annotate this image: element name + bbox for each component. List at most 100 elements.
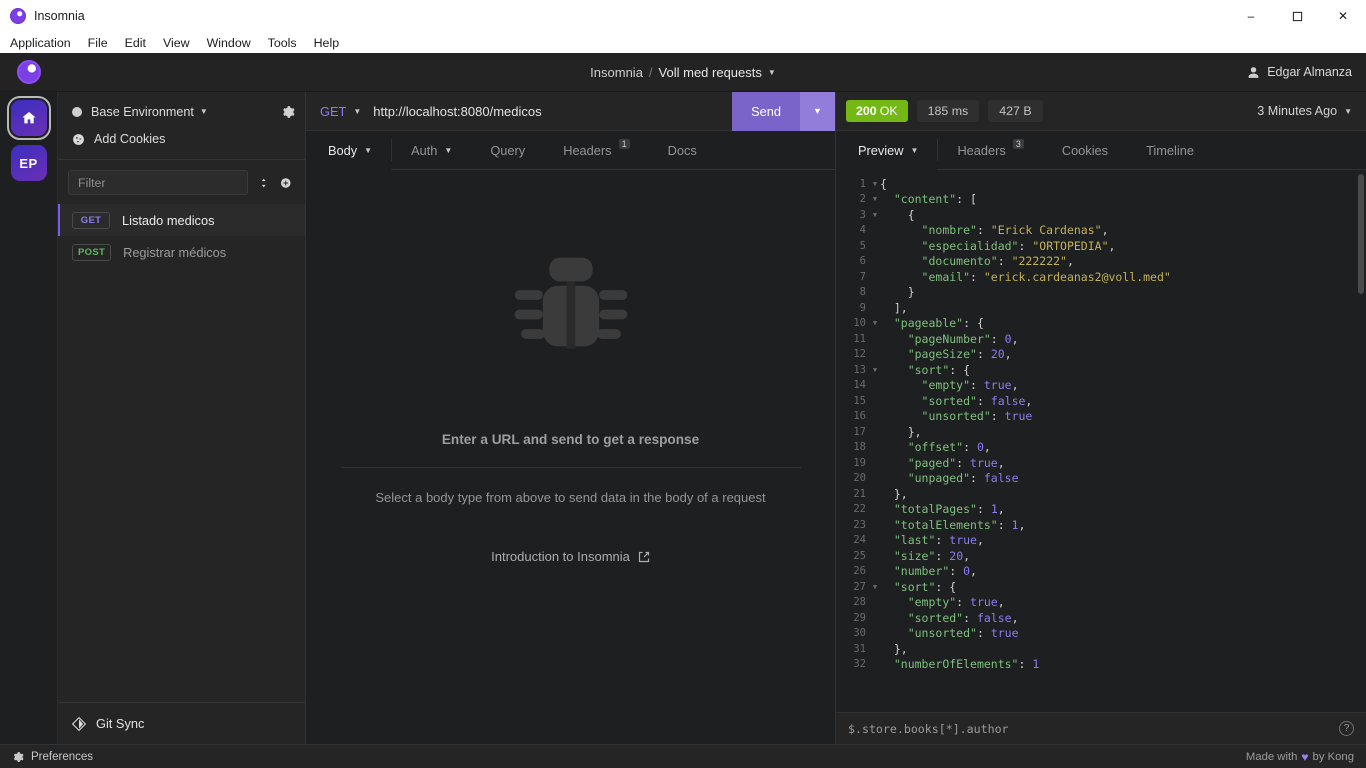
introduction-link[interactable]: Introduction to Insomnia [491,549,650,564]
response-body-line: 30 "unsorted": true [836,626,1366,642]
line-number: 19 [853,456,866,469]
line-content: "unsorted": true [907,626,1019,641]
url-input[interactable]: http://localhost:8080/medicos [373,104,732,119]
line-number: 28 [853,596,866,609]
rail-item-home[interactable] [6,96,51,140]
line-number: 4 [859,224,866,237]
send-button[interactable]: Send [732,91,800,131]
status-text: OK [879,104,898,118]
maximize-icon [1292,11,1302,21]
preferences-button[interactable]: Preferences [12,751,93,763]
response-body-line: 18 "offset": 0, [836,440,1366,456]
response-body-line: 29 "sorted": false, [836,610,1366,626]
tab-cookies[interactable]: Cookies [1043,131,1127,169]
add-cookies-button[interactable]: Add Cookies [58,126,305,152]
tab-auth[interactable]: Auth ▼ [392,131,471,169]
menu-help[interactable]: Help [314,36,339,50]
line-number: 18 [853,441,866,454]
plus-circle-icon[interactable] [280,176,292,190]
line-content: } [880,285,915,300]
tab-timeline[interactable]: Timeline [1127,131,1213,169]
git-sync-button[interactable]: Git Sync [58,702,305,744]
response-body-line: 8 } [836,285,1366,301]
fold-toggle-icon[interactable]: ▼ [870,319,880,327]
breadcrumb-project[interactable]: Voll med requests [659,65,762,80]
line-number: 12 [853,348,866,361]
close-button[interactable]: ✕ [1320,0,1366,32]
tab-preview[interactable]: Preview ▼ [836,131,938,170]
response-body-line: 28 "empty": true, [836,595,1366,611]
line-number: 5 [859,239,866,252]
response-time-badge[interactable]: 185 ms [916,100,980,122]
response-pane: 200 OK 185 ms 427 B 3 Minutes Ago ▼ Previ… [836,92,1366,744]
response-scrollbar[interactable] [1358,174,1364,294]
breadcrumb-workspace[interactable]: Insomnia [590,65,643,80]
minimize-button[interactable]: – [1228,0,1274,32]
help-circle-icon[interactable]: ? [1339,721,1354,736]
response-body-line: 27 ▼ "sort": { [836,579,1366,595]
fold-toggle-icon[interactable]: ▼ [870,366,880,374]
environment-selector[interactable]: Base Environment ▼ [58,97,305,126]
gear-icon [283,105,295,118]
menu-tools[interactable]: Tools [268,36,297,50]
send-options-button[interactable]: ▼ [800,91,835,131]
response-body-line: 2 ▼ "content": [ [836,192,1366,208]
tab-headers[interactable]: Headers 1 [544,131,648,169]
line-number: 2 [859,193,866,206]
tab-body[interactable]: Body ▼ [306,131,392,170]
line-content: "sort": { [893,579,957,594]
response-body-line: 7 "email": "erick.cardeanas2@voll.med" [836,269,1366,285]
line-content: }, [880,424,922,439]
environment-settings-button[interactable] [281,105,295,119]
request-item-registrar-medicos[interactable]: POST Registrar médicos [58,236,305,268]
line-content: "pageSize": 20, [907,347,1012,362]
response-body-line: 12 "pageSize": 20, [836,347,1366,363]
jsonpath-filter-input[interactable]: $.store.books[*].author [848,722,1009,736]
sort-icon[interactable] [258,176,270,190]
fold-toggle-icon[interactable]: ▼ [870,195,880,203]
sidebar-filter-row [58,160,305,204]
account-name: Edgar Almanza [1267,65,1352,79]
line-number: 15 [853,394,866,407]
chevron-down-icon: ▼ [199,107,208,116]
chevron-down-icon: ▼ [364,145,373,155]
response-history-selector[interactable]: 3 Minutes Ago ▼ [1257,104,1352,118]
tab-response-headers[interactable]: Headers 3 [938,131,1042,169]
filter-input[interactable] [68,170,248,195]
line-content: "empty": true, [907,595,1005,610]
line-content: "sort": { [907,362,971,377]
line-number: 26 [853,565,866,578]
line-content: ], [880,300,908,315]
menu-file[interactable]: File [88,36,108,50]
response-body-line: 20 "unpaged": false [836,471,1366,487]
request-item-listado-medicos[interactable]: GET Listado medicos [58,204,305,236]
response-body-viewer[interactable]: 1 ▼{2 ▼ "content": [3 ▼ {4 "nombre": "Erick… [836,170,1366,712]
response-body-line: 11 "pageNumber": 0, [836,331,1366,347]
request-method-badge: POST [72,243,112,261]
response-timestamp: 3 Minutes Ago [1257,104,1338,118]
line-number: 25 [853,549,866,562]
empty-state-divider [340,467,801,468]
bug-icon [514,257,627,349]
account-menu[interactable]: Edgar Almanza [1247,65,1352,79]
status-badge[interactable]: 200 OK [846,100,908,122]
line-content: "unpaged": false [907,471,1019,486]
rail-item-ep[interactable]: EP [10,145,47,181]
response-size-badge[interactable]: 427 B [988,100,1043,122]
response-body-line: 16 "unsorted": true [836,409,1366,425]
menu-application[interactable]: Application [10,36,71,50]
fold-toggle-icon[interactable]: ▼ [870,211,880,219]
menu-edit[interactable]: Edit [125,36,146,50]
menu-window[interactable]: Window [207,36,251,50]
maximize-button[interactable] [1274,0,1320,32]
fold-toggle-icon[interactable]: ▼ [870,180,880,188]
external-link-icon [638,551,649,562]
method-selector[interactable]: GET ▼ [306,104,373,119]
chevron-down-icon: ▼ [353,106,362,116]
menu-view[interactable]: View [163,36,190,50]
chevron-down-icon[interactable]: ▼ [768,68,776,77]
tab-docs[interactable]: Docs [649,131,716,169]
tab-query[interactable]: Query [471,131,544,169]
fold-toggle-icon[interactable]: ▼ [870,583,880,591]
response-body-line: 5 "especialidad": "ORTOPEDIA", [836,238,1366,254]
